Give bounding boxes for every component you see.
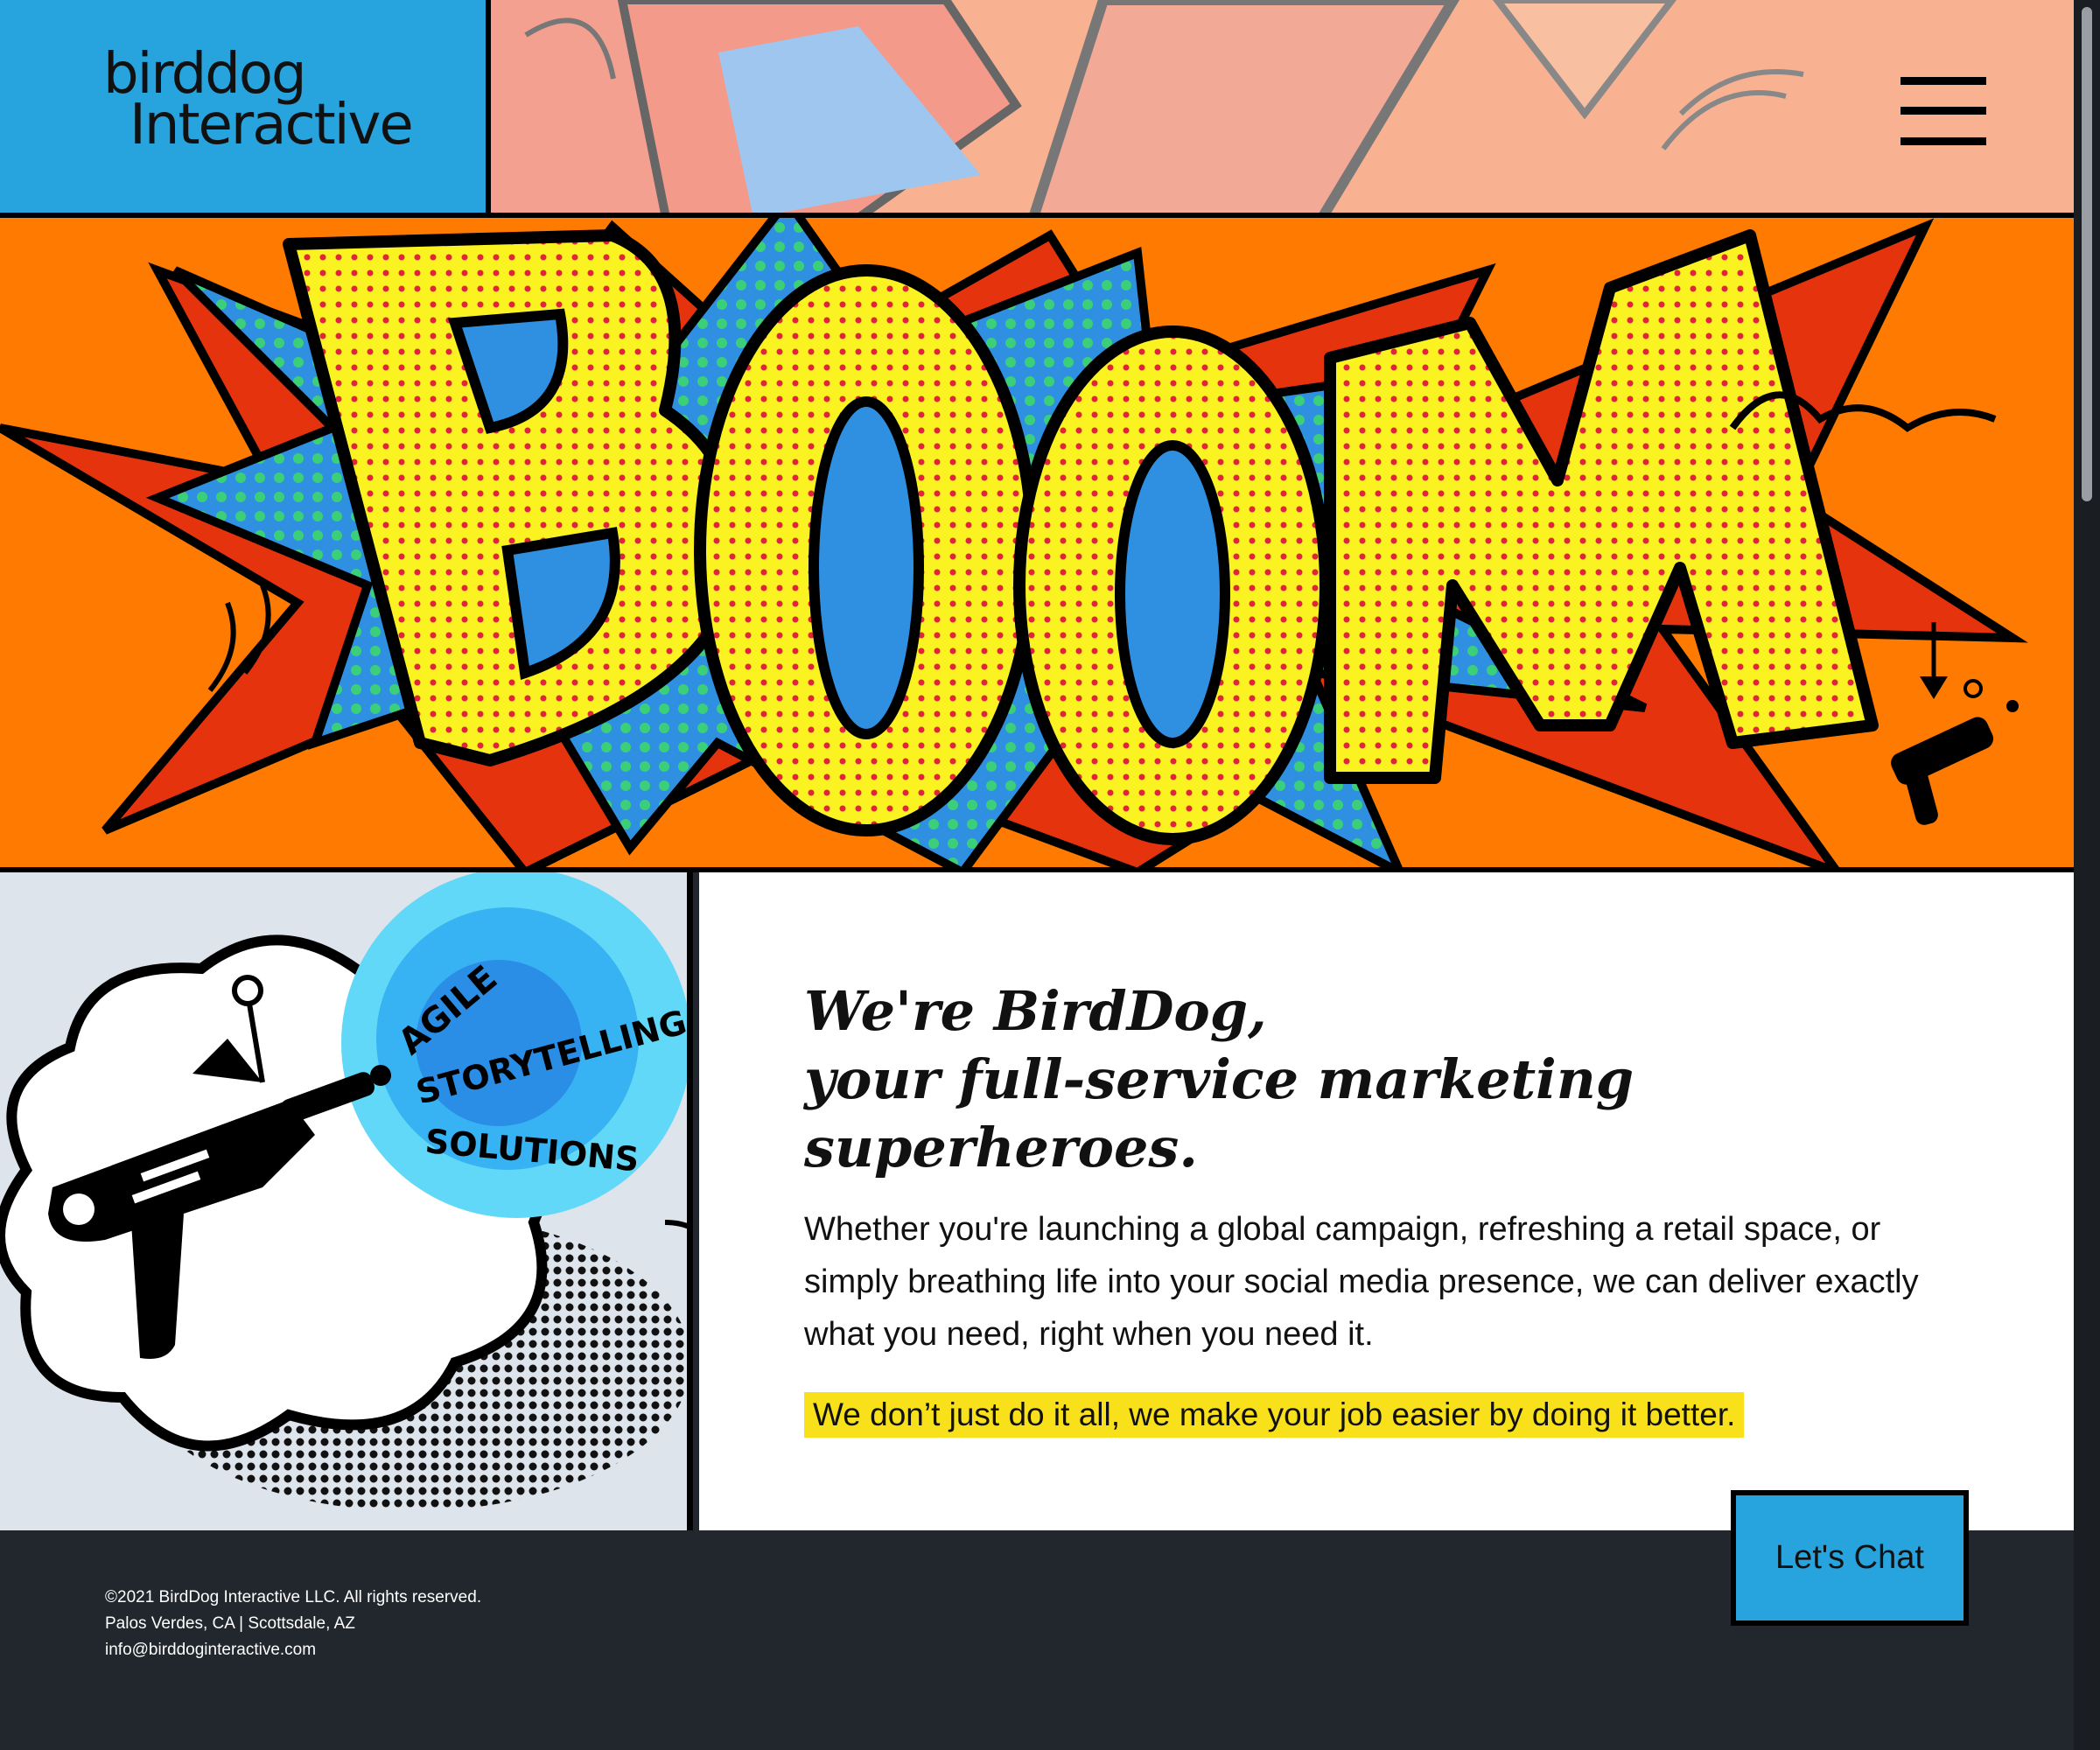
header-comic-art bbox=[491, 0, 2074, 218]
headline: We're BirdDog, your full-service marketi… bbox=[804, 977, 1942, 1182]
boom-illustration bbox=[0, 218, 2028, 867]
logo[interactable]: birddog Interactive bbox=[103, 46, 414, 158]
agile-storytelling-art: AGILE STORYTELLING SOLUTIONS bbox=[0, 872, 693, 1530]
hamburger-menu-icon[interactable] bbox=[1900, 77, 1986, 145]
down-arrow-icon[interactable] bbox=[1916, 622, 1951, 701]
hero-banner bbox=[0, 218, 2074, 872]
headline-line-2: your full-service marketing bbox=[804, 1047, 1634, 1111]
intro-paragraph: Whether you're launching a global campai… bbox=[804, 1211, 1919, 1353]
headline-line-1: We're BirdDog, bbox=[804, 979, 1267, 1043]
copyright-text: ©2021 BirdDog Interactive LLC. All right… bbox=[105, 1588, 482, 1606]
logo-line-2: Interactive bbox=[130, 93, 414, 158]
lets-chat-button[interactable]: Let's Chat bbox=[1731, 1490, 1969, 1626]
email-link[interactable]: info@birddoginteractive.com bbox=[105, 1637, 481, 1663]
page-scrollbar[interactable] bbox=[2074, 0, 2100, 1750]
scrollbar-thumb[interactable] bbox=[2082, 7, 2092, 501]
highlight-tagline: We don’t just do it all, we make your jo… bbox=[804, 1392, 1745, 1438]
headline-line-3: superheroes. bbox=[804, 1116, 1198, 1180]
about-section: We're BirdDog, your full-service marketi… bbox=[699, 872, 2074, 1530]
logo-panel[interactable]: birddog Interactive bbox=[0, 0, 491, 218]
locations-text: Palos Verdes, CA | Scottsdale, AZ bbox=[105, 1614, 355, 1633]
ray-gun-icon bbox=[1891, 679, 2019, 825]
header-art-svg bbox=[491, 0, 1804, 213]
ray-gun-cloud-illustration: AGILE STORYTELLING SOLUTIONS bbox=[0, 872, 687, 1511]
